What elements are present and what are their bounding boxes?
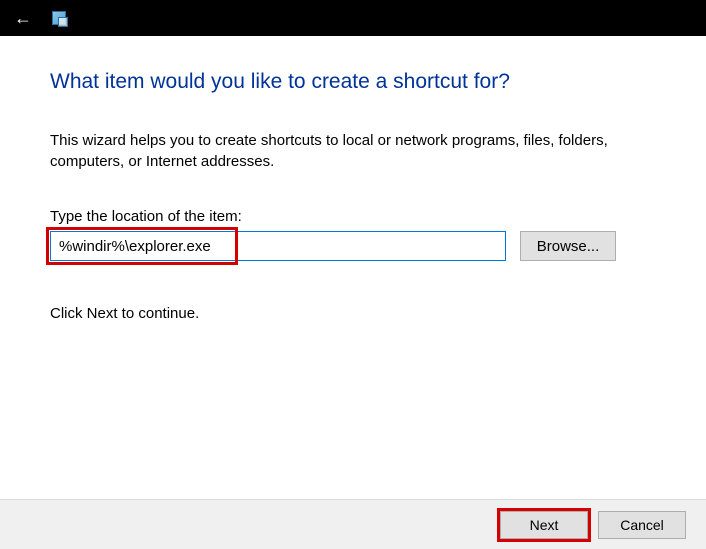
- location-input-wrap: [50, 231, 506, 261]
- shortcut-icon: [52, 11, 66, 25]
- continue-instruction: Click Next to continue.: [50, 305, 666, 322]
- back-arrow-icon[interactable]: ←: [14, 9, 32, 27]
- next-button[interactable]: Next: [500, 511, 588, 539]
- page-description: This wizard helps you to create shortcut…: [50, 130, 610, 172]
- page-heading: What item would you like to create a sho…: [50, 70, 666, 94]
- location-input[interactable]: [50, 231, 506, 261]
- cancel-button[interactable]: Cancel: [598, 511, 686, 539]
- next-button-wrap: Next: [500, 511, 588, 539]
- location-label: Type the location of the item:: [50, 208, 666, 225]
- titlebar: ←: [0, 0, 706, 36]
- browse-button[interactable]: Browse...: [520, 231, 616, 261]
- location-row: Browse...: [50, 231, 666, 261]
- wizard-content: What item would you like to create a sho…: [0, 36, 706, 499]
- footer: Next Cancel: [0, 499, 706, 549]
